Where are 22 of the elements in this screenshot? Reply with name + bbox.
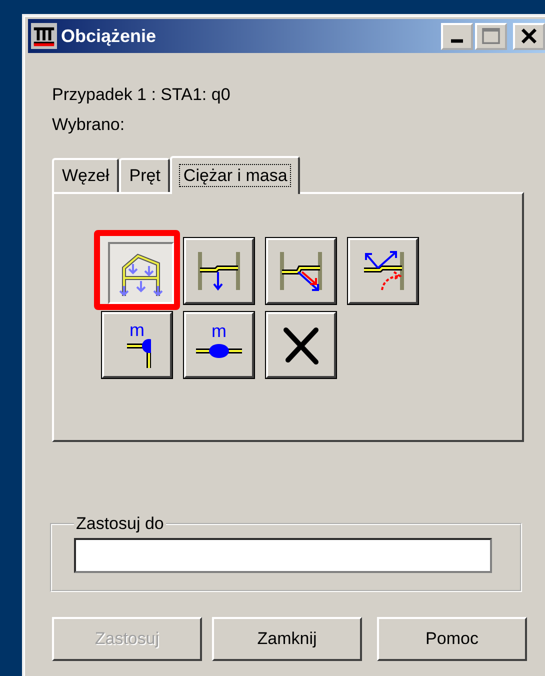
group-label: Zastosuj do [75, 514, 165, 534]
dialog-button[interactable]: Zamknij [212, 617, 362, 661]
maximize-button[interactable] [475, 22, 507, 50]
app-icon [31, 21, 57, 51]
info-text: Przypadek 1 : STA1: q0 [52, 84, 230, 106]
tool-button[interactable]: m [184, 312, 254, 378]
info-text: Wybrano: [52, 114, 125, 136]
minimize-button[interactable] [441, 22, 473, 50]
tool-button[interactable]: m [102, 312, 172, 378]
node-mass-icon [126, 338, 150, 368]
minimize-icon [451, 39, 463, 43]
apply-to-field[interactable] [74, 538, 492, 573]
tab[interactable]: Pręt [119, 158, 170, 192]
dialog-button[interactable]: Pomoc [377, 617, 527, 661]
tool-button[interactable] [108, 242, 174, 304]
window-title: Obciążenie [61, 26, 158, 46]
close-icon [521, 28, 537, 44]
tab[interactable]: Ciężar i masa [170, 156, 300, 194]
tab[interactable]: Węzeł [52, 158, 120, 192]
beam-mass-icon [195, 343, 243, 359]
close-button[interactable] [513, 22, 545, 50]
maximize-icon [482, 28, 500, 44]
